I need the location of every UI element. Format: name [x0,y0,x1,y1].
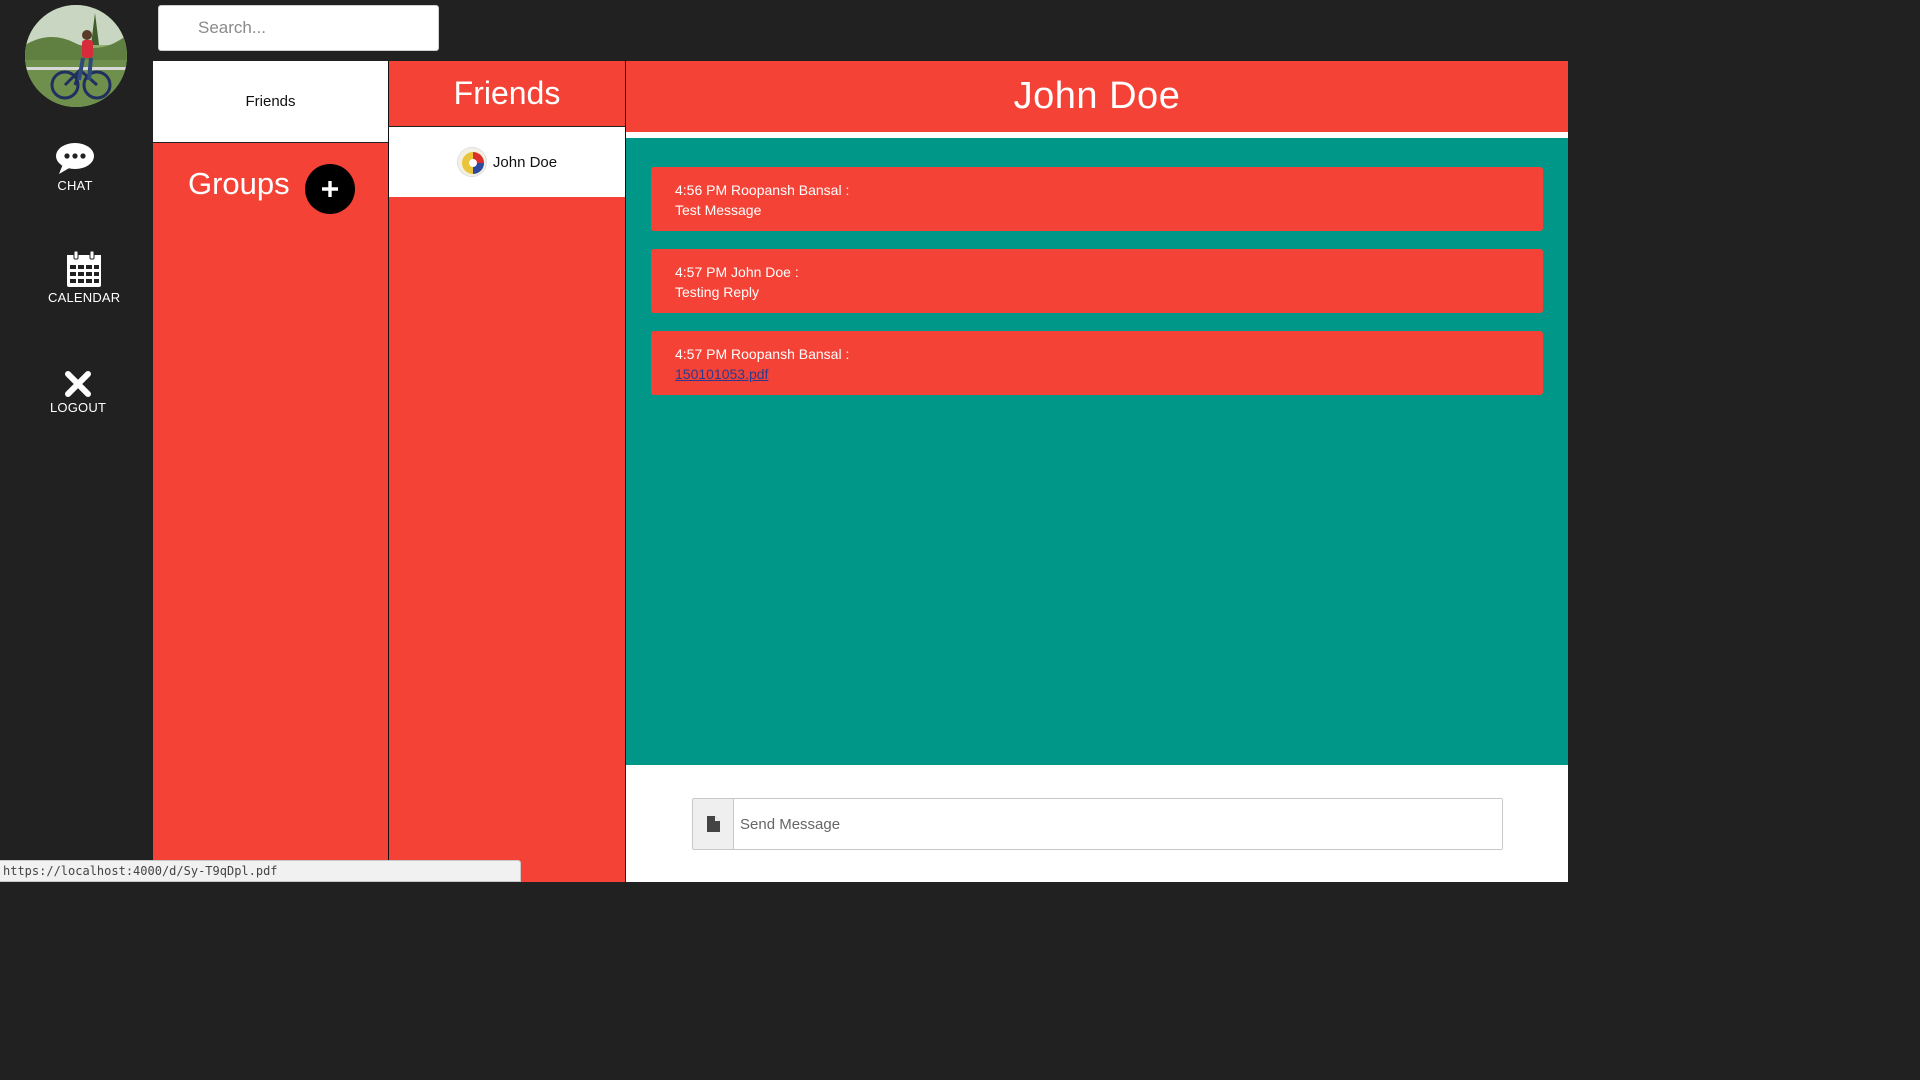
friends-panel: Friends John Doe [389,61,626,882]
attach-file-button[interactable] [693,799,734,849]
message-item: 4:57 PM John Doe : Testing Reply [651,249,1543,313]
tab-friends[interactable]: Friends [153,61,388,143]
message-text: Test Message [675,202,762,218]
message-meta: 4:56 PM Roopansh Bansal : [675,182,850,198]
composer-area [626,765,1568,882]
message-composer [692,798,1503,850]
browser-status-bar: https://localhost:4000/d/Sy-T9qDpl.pdf [0,860,521,882]
groups-panel: Friends Groups [153,61,389,882]
add-group-button[interactable] [305,164,355,214]
message-meta: 4:57 PM Roopansh Bansal : [675,346,850,362]
nav-calendar-label: CALENDAR [48,290,121,305]
nav-logout-label: LOGOUT [50,400,107,415]
message-meta: 4:57 PM John Doe : [675,264,799,280]
message-list[interactable]: 4:56 PM Roopansh Bansal : Test Message 4… [626,138,1568,765]
chat-title: John Doe [626,61,1568,132]
nav-chat[interactable]: CHAT [55,142,95,193]
message-item: 4:57 PM Roopansh Bansal : 150101053.pdf [651,331,1543,395]
sidebar: CHAT CALENDAR LOGOUT [0,0,153,882]
nav-chat-label: CHAT [57,178,93,193]
attachment-link[interactable]: 150101053.pdf [675,364,1519,384]
friends-list-title: Friends [389,61,625,127]
calendar-icon [67,250,102,287]
plus-icon [322,181,338,197]
top-bar [153,0,1568,61]
close-icon [65,371,92,397]
nav-logout[interactable]: LOGOUT [50,370,106,415]
message-input[interactable] [734,799,1502,849]
message-text: Testing Reply [675,284,760,300]
groups-title: Groups [188,166,290,201]
contact-avatar-icon [456,147,487,177]
file-icon [706,816,720,832]
profile-avatar[interactable] [25,5,127,107]
friend-name: John Doe [492,153,558,171]
chat-bubble-icon [56,143,94,174]
nav-calendar[interactable]: CALENDAR [48,250,120,305]
message-item: 4:56 PM Roopansh Bansal : Test Message [651,167,1543,231]
user-photo-icon [25,5,127,107]
friend-list-item[interactable]: John Doe [389,127,625,197]
search-input[interactable] [158,5,439,51]
